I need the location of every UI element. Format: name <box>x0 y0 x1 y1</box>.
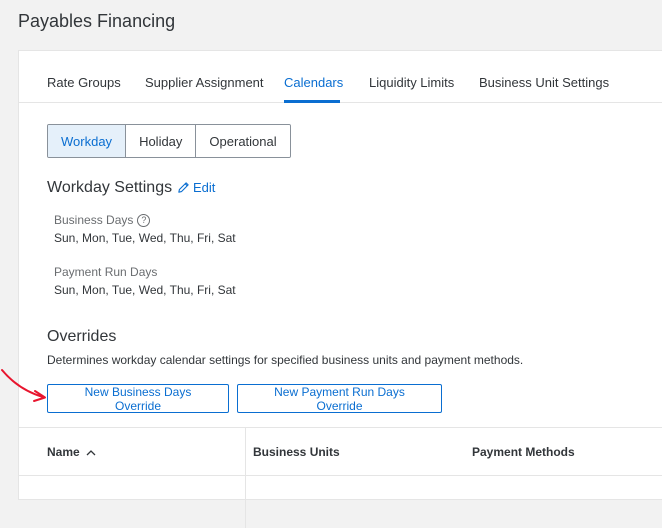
calendar-type-segmented-button: Workday Holiday Operational <box>47 124 291 158</box>
active-tab-indicator <box>284 100 340 103</box>
overrides-table-header: Name Business Units Payment Methods <box>19 427 662 528</box>
chevron-up-icon <box>86 449 96 455</box>
segment-operational[interactable]: Operational <box>196 125 290 157</box>
question-circle-icon[interactable]: ? <box>137 213 151 227</box>
tab-supplier-assignment[interactable]: Supplier Assignment <box>145 75 264 90</box>
column-header-payment-methods[interactable]: Payment Methods <box>472 445 575 459</box>
tab-bar: Rate Groups Supplier Assignment Calendar… <box>19 51 662 103</box>
tab-liquidity-limits[interactable]: Liquidity Limits <box>369 75 454 90</box>
overrides-description: Determines workday calendar settings for… <box>47 353 524 367</box>
annotation-arrow-icon <box>1 369 46 402</box>
column-divider[interactable] <box>245 428 246 528</box>
column-header-business-units[interactable]: Business Units <box>253 445 340 459</box>
segment-holiday[interactable]: Holiday <box>126 125 197 157</box>
segment-workday[interactable]: Workday <box>48 125 127 157</box>
overrides-title: Overrides <box>47 328 117 345</box>
business-days-label-text: Business Days <box>54 213 134 227</box>
payment-run-days-value: Sun, Mon, Tue, Wed, Thu, Fri, Sat <box>54 283 236 297</box>
business-days-value: Sun, Mon, Tue, Wed, Thu, Fri, Sat <box>54 231 236 245</box>
main-card: Rate Groups Supplier Assignment Calendar… <box>18 50 662 528</box>
tab-rate-groups[interactable]: Rate Groups <box>47 75 121 90</box>
edit-link[interactable]: Edit <box>177 180 215 195</box>
workday-settings-title: Workday Settings <box>47 179 173 196</box>
new-business-days-override-button[interactable]: New Business Days Override <box>47 384 229 413</box>
tab-calendars[interactable]: Calendars <box>284 75 343 90</box>
payment-run-days-label: Payment Run Days <box>54 265 158 279</box>
business-days-label: Business Days ? <box>54 213 151 227</box>
column-header-name[interactable]: Name <box>47 445 96 459</box>
tab-business-unit-settings[interactable]: Business Unit Settings <box>479 75 609 90</box>
column-header-name-label: Name <box>47 445 80 459</box>
page-title: Payables Financing <box>18 11 176 31</box>
new-payment-run-days-override-button[interactable]: New Payment Run Days Override <box>237 384 442 413</box>
edit-label: Edit <box>193 180 216 195</box>
pencil-icon <box>178 182 189 193</box>
